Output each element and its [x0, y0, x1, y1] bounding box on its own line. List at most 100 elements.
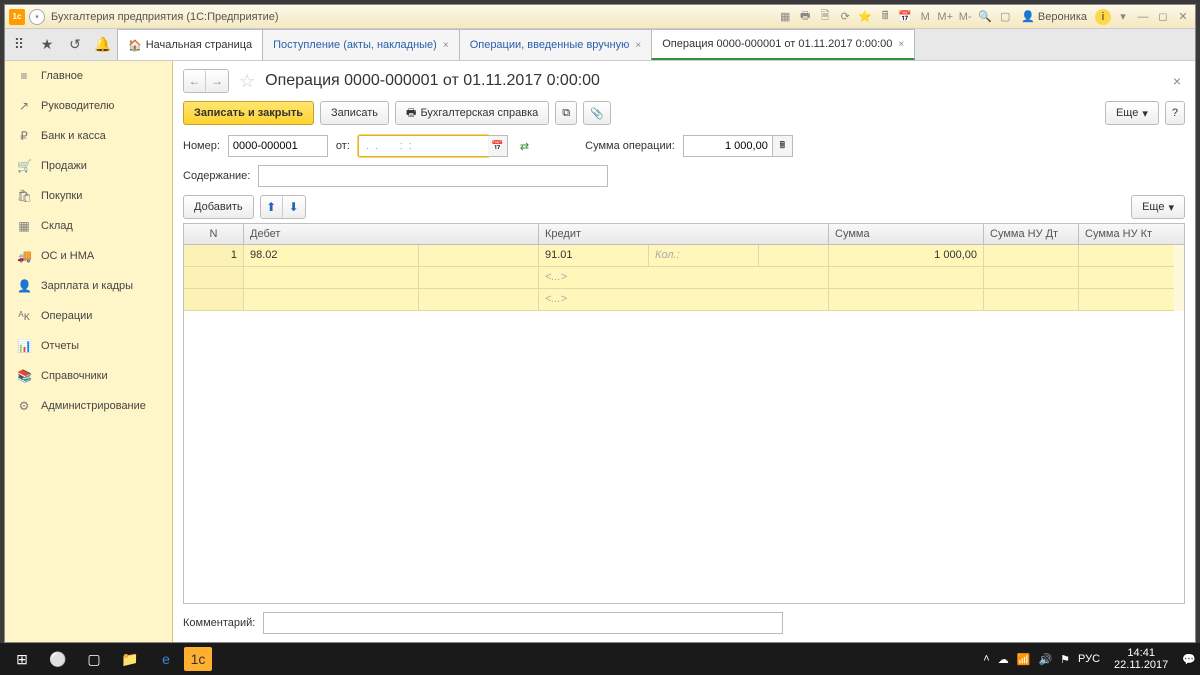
mminus-icon[interactable]: M- [957, 9, 973, 25]
tab-home[interactable]: 🏠 Начальная страница [117, 29, 263, 60]
search-icon[interactable]: ⚪ [40, 643, 76, 675]
attach-mode-button[interactable]: ⧉ [555, 101, 577, 125]
m-icon[interactable]: M [917, 9, 933, 25]
edge-icon[interactable]: e [148, 643, 184, 675]
tab-receipts[interactable]: Поступление (акты, накладные)× [262, 29, 460, 60]
start-button[interactable]: ⊞ [4, 643, 40, 675]
cell-credit-qty[interactable]: Кол.: [649, 245, 759, 267]
sidebar-item-warehouse[interactable]: ▦Склад [5, 211, 172, 241]
info-icon[interactable]: i [1095, 9, 1111, 25]
explorer-icon[interactable]: 📁 [112, 643, 148, 675]
sidebar-item-operations[interactable]: ᴬᴋОперации [5, 301, 172, 331]
apps-icon[interactable]: ⠿ [5, 29, 33, 61]
cell-n[interactable] [184, 267, 244, 289]
nav-back-button[interactable]: ← [184, 70, 206, 92]
app-icon[interactable]: 1с [184, 647, 212, 671]
print-ref-button[interactable]: 🖶Бухгалтерская справка [395, 101, 549, 125]
col-sumnd[interactable]: Сумма НУ Дт [984, 224, 1079, 244]
sidebar-item-main[interactable]: ≡Главное [5, 61, 172, 91]
document-icon[interactable]: 🗎 [817, 9, 833, 25]
number-input[interactable] [228, 135, 328, 157]
maximize-icon[interactable]: ◻ [1155, 9, 1171, 25]
sidebar-item-sales[interactable]: 🛒Продажи [5, 151, 172, 181]
cell-debit-sub[interactable] [419, 245, 539, 267]
cell-debit-sub[interactable] [419, 267, 539, 289]
tab-manual-ops[interactable]: Операции, введенные вручную× [459, 29, 653, 60]
calculator-icon[interactable]: 🖩 [773, 135, 793, 157]
zoom-icon[interactable]: 🔍 [977, 9, 993, 25]
cell-credit-sub[interactable]: <...> [539, 267, 829, 289]
taskview-icon[interactable]: ▢ [76, 643, 112, 675]
table-row[interactable]: <...> [184, 267, 1184, 289]
menu-icon[interactable]: ▾ [1115, 9, 1131, 25]
minimize-icon[interactable]: — [1135, 9, 1151, 25]
refresh-icon[interactable]: ⟳ [837, 9, 853, 25]
cell-sumnd[interactable] [984, 289, 1079, 311]
calendar-icon[interactable]: 📅 [897, 9, 913, 25]
cell-sum[interactable] [829, 289, 984, 311]
cell-debit-sub[interactable] [419, 289, 539, 311]
tab-close-icon[interactable]: × [635, 40, 641, 51]
nav-forward-button[interactable]: → [206, 70, 228, 92]
cell-sumnk[interactable] [1079, 289, 1174, 311]
col-credit[interactable]: Кредит [539, 224, 829, 244]
cell-debit[interactable] [244, 267, 419, 289]
mplus-icon[interactable]: M+ [937, 9, 953, 25]
calc-icon[interactable]: 🖩 [877, 9, 893, 25]
cell-sumnd[interactable] [984, 245, 1079, 267]
close-icon[interactable]: ✕ [1175, 9, 1191, 25]
save-close-button[interactable]: Записать и закрыть [183, 101, 314, 125]
sidebar-item-assets[interactable]: 🚚ОС и НМА [5, 241, 172, 271]
toolbox-icon[interactable]: ▦ [777, 9, 793, 25]
tray-sound-icon[interactable]: 🔊 [1038, 653, 1052, 666]
sidebar-item-purchases[interactable]: 🛍Покупки [5, 181, 172, 211]
sidebar-item-refs[interactable]: 📚Справочники [5, 361, 172, 391]
save-button[interactable]: Записать [320, 101, 389, 125]
cell-n[interactable] [184, 289, 244, 311]
col-sum[interactable]: Сумма [829, 224, 984, 244]
sidebar-item-hr[interactable]: 👤Зарплата и кадры [5, 271, 172, 301]
col-debit[interactable]: Дебет [244, 224, 539, 244]
cell-credit-sub[interactable]: <...> [539, 289, 829, 311]
cell-debit[interactable]: 98.02 [244, 245, 419, 267]
star-icon[interactable]: ★ [33, 29, 61, 61]
grid-more-button[interactable]: Еще ▾ [1131, 195, 1185, 219]
history-icon[interactable]: ↺ [61, 29, 89, 61]
sidebar-item-admin[interactable]: ⚙Администрирование [5, 391, 172, 421]
taskbar-clock[interactable]: 14:41 22.11.2017 [1108, 647, 1174, 671]
tray-notif-icon[interactable]: 💬 [1182, 653, 1196, 666]
dropdown-icon[interactable]: ▾ [29, 9, 45, 25]
grid-body[interactable]: 1 98.02 91.01 Кол.: 1 000,00 [184, 245, 1184, 603]
user-label[interactable]: 👤 Вероника [1021, 10, 1087, 23]
sidebar-item-manager[interactable]: ↗Руководителю [5, 91, 172, 121]
help-button[interactable]: ? [1165, 101, 1185, 125]
cell-sumnk[interactable] [1079, 267, 1174, 289]
cell-sumnd[interactable] [984, 267, 1079, 289]
cell-credit[interactable]: 91.01 [539, 245, 649, 267]
add-row-button[interactable]: Добавить [183, 195, 254, 219]
print-icon[interactable]: 🖶 [797, 9, 813, 25]
tray-up-icon[interactable]: ˄ [983, 653, 989, 665]
panel-icon[interactable]: ▢ [997, 9, 1013, 25]
tray-lang[interactable]: РУС [1078, 653, 1100, 665]
tray-network-icon[interactable]: 📶 [1017, 653, 1031, 666]
attachment-button[interactable]: 📎 [583, 101, 611, 125]
col-n[interactable]: N [184, 224, 244, 244]
content-input[interactable] [258, 165, 608, 187]
swap-icon[interactable]: ⇄ [520, 140, 529, 153]
sum-input[interactable] [683, 135, 773, 157]
col-sumnk[interactable]: Сумма НУ Кт [1079, 224, 1174, 244]
calendar-picker-icon[interactable]: 📅 [488, 135, 508, 157]
cell-sumnk[interactable] [1079, 245, 1174, 267]
cell-sum[interactable]: 1 000,00 [829, 245, 984, 267]
tray-flag-icon[interactable]: ⚑ [1060, 653, 1070, 666]
more-button[interactable]: Еще ▾ [1105, 101, 1159, 125]
move-up-button[interactable]: ⬆ [261, 196, 283, 218]
cell-debit[interactable] [244, 289, 419, 311]
sidebar-item-bank[interactable]: ₽Банк и касса [5, 121, 172, 151]
cell-n[interactable]: 1 [184, 245, 244, 267]
table-row[interactable]: <...> [184, 289, 1184, 311]
comment-input[interactable] [263, 612, 783, 634]
favorite-star-icon[interactable]: ☆ [239, 71, 255, 92]
move-down-button[interactable]: ⬇ [283, 196, 305, 218]
